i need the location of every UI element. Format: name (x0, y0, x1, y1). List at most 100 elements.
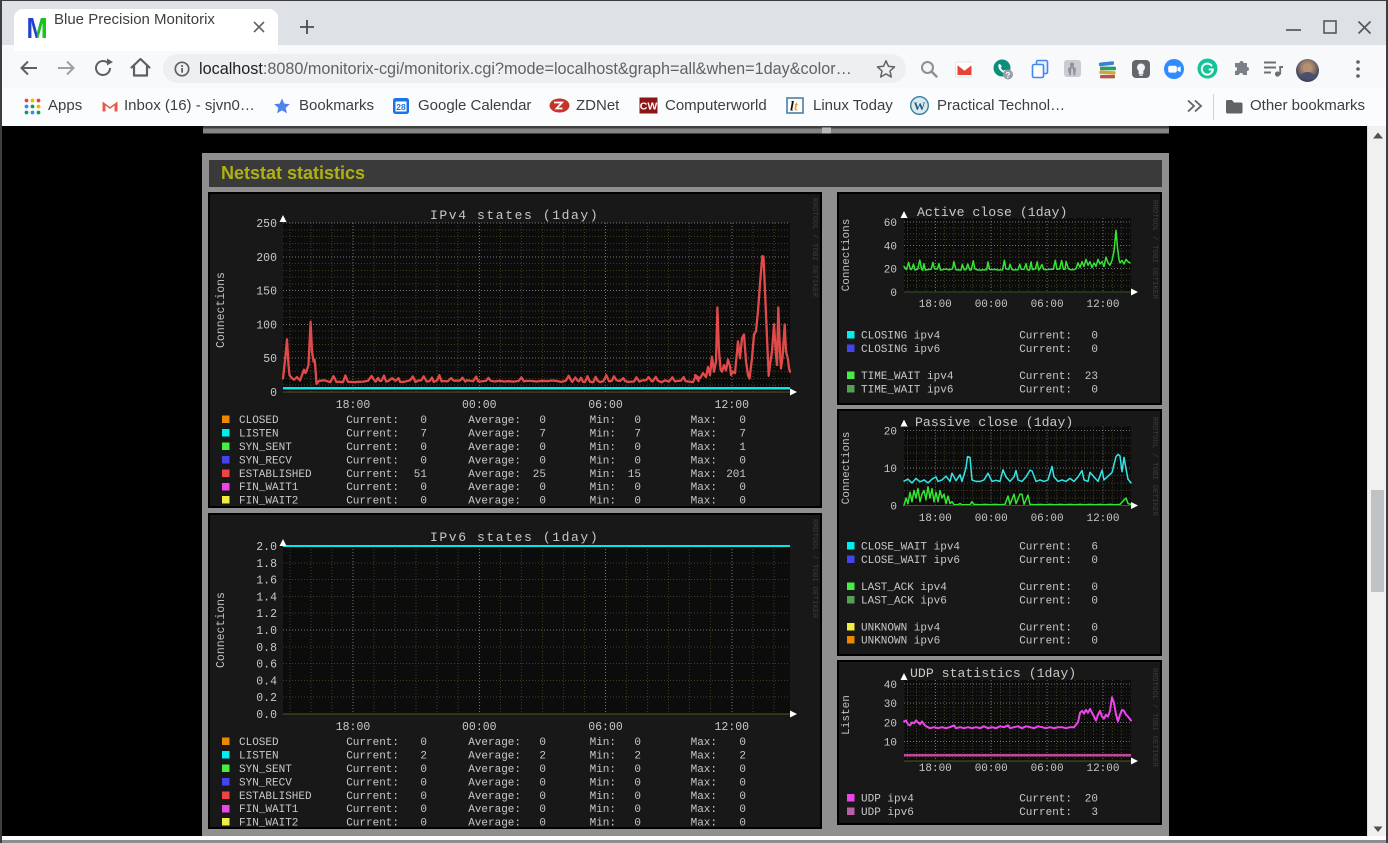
svg-text:Max:: Max: (691, 777, 717, 789)
svg-text:Min:: Min: (590, 751, 616, 763)
svg-text:CLOSE_WAIT ipv4: CLOSE_WAIT ipv4 (861, 542, 960, 554)
svg-text:Max:: Max: (691, 804, 717, 816)
svg-text:IPv4 states (1day): IPv4 states (1day) (430, 208, 599, 223)
svg-text:51: 51 (414, 469, 428, 481)
svg-text:0: 0 (634, 818, 641, 830)
svg-text:TIME_WAIT ipv6: TIME_WAIT ipv6 (861, 384, 953, 396)
svg-text:Current:: Current: (346, 496, 399, 508)
svg-text:CLOSE_WAIT ipv6: CLOSE_WAIT ipv6 (861, 555, 960, 567)
svg-text:0: 0 (1091, 595, 1098, 607)
svg-text:Current:: Current: (346, 764, 399, 776)
svg-text:Current:: Current: (346, 415, 399, 427)
svg-text:0.0: 0.0 (256, 709, 277, 722)
svg-text:UNKNOWN ipv4: UNKNOWN ipv4 (861, 622, 941, 634)
svg-text:Average:: Average: (468, 469, 521, 481)
svg-text:IPv6 states (1day): IPv6 states (1day) (430, 530, 599, 545)
svg-text:Current:: Current: (346, 791, 399, 803)
svg-text:Average:: Average: (468, 751, 521, 763)
svg-text:3: 3 (1091, 807, 1098, 819)
svg-text:2: 2 (539, 751, 546, 763)
svg-text:0: 0 (739, 496, 746, 508)
svg-text:Max:: Max: (691, 428, 717, 440)
svg-text:1.6: 1.6 (256, 575, 277, 588)
svg-text:Average:: Average: (468, 818, 521, 830)
svg-text:Passive close (1day): Passive close (1day) (915, 415, 1073, 430)
svg-text:Current:: Current: (346, 442, 399, 454)
svg-text:150: 150 (256, 286, 277, 299)
svg-text:0: 0 (1091, 344, 1098, 356)
svg-text:Current:: Current: (1019, 384, 1072, 396)
svg-text:0: 0 (739, 737, 746, 749)
svg-text:SYN_RECV: SYN_RECV (239, 455, 292, 467)
svg-text:2: 2 (739, 751, 746, 763)
svg-text:100: 100 (256, 319, 277, 332)
svg-text:0: 0 (1091, 384, 1098, 396)
svg-text:1.0: 1.0 (256, 625, 277, 638)
svg-text:0: 0 (539, 791, 546, 803)
svg-text:Current:: Current: (1019, 331, 1072, 343)
svg-text:Current:: Current: (346, 804, 399, 816)
svg-text:18:00: 18:00 (336, 721, 371, 734)
svg-text:CLOSED: CLOSED (239, 737, 279, 749)
svg-text:Netstat statistics: Netstat statistics (221, 163, 365, 183)
svg-text:7: 7 (634, 428, 641, 440)
svg-text:00:00: 00:00 (462, 399, 497, 412)
svg-text:FIN_WAIT2: FIN_WAIT2 (239, 496, 298, 508)
svg-text:0: 0 (890, 502, 897, 514)
svg-text:1: 1 (739, 442, 746, 454)
svg-text:0: 0 (739, 791, 746, 803)
svg-text:12:00: 12:00 (1086, 763, 1119, 775)
svg-text:Connections: Connections (215, 272, 228, 348)
svg-text:Min:: Min: (590, 818, 616, 830)
svg-text:0: 0 (739, 804, 746, 816)
svg-text:Current:: Current: (346, 751, 399, 763)
svg-text:25: 25 (533, 469, 546, 481)
svg-text:20: 20 (884, 718, 897, 730)
svg-text:LAST_ACK ipv4: LAST_ACK ipv4 (861, 582, 947, 594)
svg-text:18:00: 18:00 (919, 513, 952, 525)
svg-text:Max:: Max: (691, 482, 717, 494)
svg-text:CLOSING ipv4: CLOSING ipv4 (861, 331, 941, 343)
svg-text:Connections: Connections (841, 432, 853, 505)
svg-text:20: 20 (884, 426, 897, 438)
svg-text:Min:: Min: (590, 496, 616, 508)
svg-text:0: 0 (634, 482, 641, 494)
svg-text:0: 0 (420, 737, 427, 749)
svg-text:Average:: Average: (468, 496, 521, 508)
svg-text:SYN_RECV: SYN_RECV (239, 777, 292, 789)
svg-text:0: 0 (539, 777, 546, 789)
svg-text:0: 0 (420, 777, 427, 789)
svg-text:12:00: 12:00 (1086, 513, 1119, 525)
svg-text:0.2: 0.2 (256, 692, 277, 705)
svg-text:W: W (914, 99, 926, 113)
svg-text:20: 20 (884, 265, 897, 277)
svg-text:Average:: Average: (468, 791, 521, 803)
svg-text:28: 28 (396, 102, 406, 112)
svg-text:0: 0 (539, 496, 546, 508)
svg-text:2: 2 (634, 751, 641, 763)
svg-text:Current:: Current: (1019, 542, 1072, 554)
svg-text:12:00: 12:00 (1086, 299, 1119, 311)
svg-text:Average:: Average: (468, 804, 521, 816)
svg-text:0: 0 (1091, 331, 1098, 343)
svg-text:23: 23 (1085, 371, 1098, 383)
svg-text:Min:: Min: (590, 469, 616, 481)
svg-text:0: 0 (1091, 555, 1098, 567)
svg-text:0.4: 0.4 (256, 675, 277, 688)
svg-text:0: 0 (420, 804, 427, 816)
svg-text:Max:: Max: (691, 469, 717, 481)
svg-text:18:00: 18:00 (919, 763, 952, 775)
svg-text:Min:: Min: (590, 764, 616, 776)
svg-text:06:00: 06:00 (588, 721, 623, 734)
svg-text:FIN_WAIT1: FIN_WAIT1 (239, 482, 299, 494)
svg-text:Current:: Current: (1019, 582, 1072, 594)
svg-text:Listen: Listen (841, 695, 853, 735)
svg-text:Average:: Average: (468, 428, 521, 440)
svg-text:0: 0 (539, 804, 546, 816)
svg-text:0: 0 (539, 442, 546, 454)
svg-text:0: 0 (634, 804, 641, 816)
svg-text:0: 0 (739, 818, 746, 830)
svg-text:1.4: 1.4 (256, 591, 277, 604)
svg-text:06:00: 06:00 (588, 399, 623, 412)
svg-text:0: 0 (420, 482, 427, 494)
